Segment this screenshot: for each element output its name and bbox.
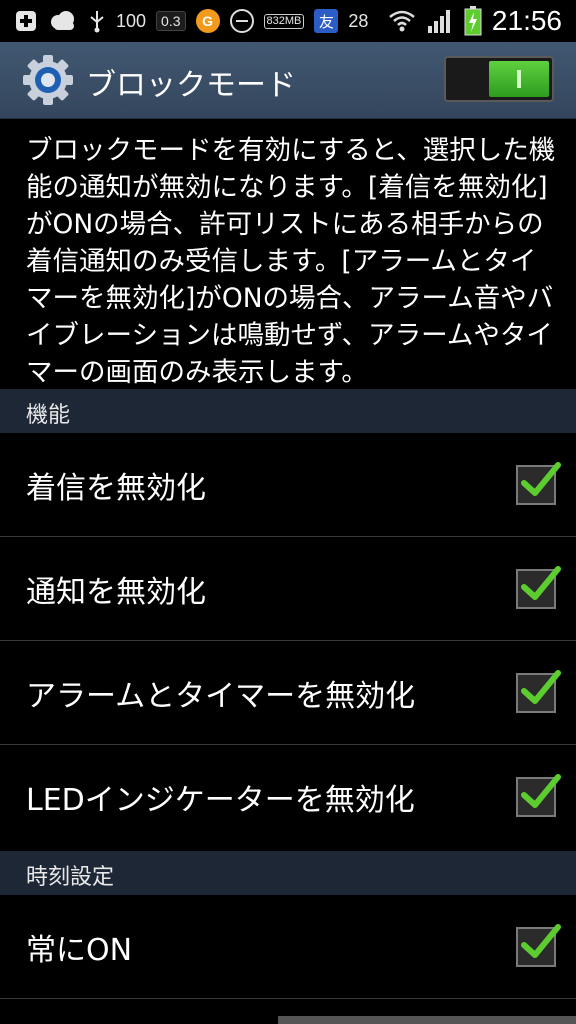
switch-thumb[interactable] [489,61,549,97]
disable-alarm-timer-checkbox[interactable] [516,670,561,713]
setting-label: 着信を無効化 [26,471,206,506]
checkmark-icon [521,774,561,808]
setting-label: 通知を無効化 [26,575,206,610]
app-notification-icon: G [195,9,220,33]
setting-row-disable-incoming-calls[interactable]: 着信を無効化 [0,433,576,537]
signal-icon [426,8,454,34]
storage-value: 832 [266,14,285,27]
checkmark-icon [521,670,561,704]
checkmark-icon [521,924,561,958]
section-title-time-settings: 時刻設定 [26,865,115,890]
clock-text: 21:56 [491,5,562,36]
wifi-icon [388,9,416,33]
section-title-features: 機能 [26,403,71,428]
add-notification-icon [14,9,38,33]
battery-charging-icon [464,6,482,36]
blocking-mode-description: ブロックモードを有効にすると、選択した機能の通知が無効になります。[着信を無効化… [26,135,556,388]
disable-incoming-calls-checkbox[interactable] [516,462,561,505]
data-rate-badge: 0.3 [156,11,186,31]
usb-icon [88,9,106,33]
setting-label: LEDインジケーターを無効化 [26,783,415,818]
page-title: ブロックモード [86,68,296,103]
setting-label: 常にON [26,933,133,968]
weather-cloud-icon [48,10,78,32]
setting-label: アラームとタイマーを無効化 [26,679,416,714]
settings-gear-icon[interactable] [22,54,74,106]
setting-row-disable-led-indicator[interactable]: LEDインジケーターを無効化 [0,745,576,849]
disable-led-indicator-checkbox[interactable] [516,774,561,817]
status-bar: 100 0.3 G 832 MB 友 28 21:56 [0,0,576,42]
section-header-time-settings: 時刻設定 [0,851,576,895]
storage-unit: MB [284,14,302,27]
always-on-checkbox[interactable] [516,924,561,967]
disable-notifications-checkbox[interactable] [516,566,561,609]
action-bar: ブロックモード [0,42,576,119]
section-header-features: 機能 [0,389,576,433]
setting-row-disable-notifications[interactable]: 通知を無効化 [0,537,576,641]
scrollbar[interactable] [278,1016,576,1024]
tomo-app-icon: 友 [314,9,339,33]
setting-row-always-on[interactable]: 常にON [0,895,576,999]
checkmark-icon [521,462,561,496]
blocking-mode-icon [229,9,254,33]
temperature-text: 28 [348,10,369,31]
battery-level-text: 100 [116,10,147,31]
checkmark-icon [521,566,561,600]
blocking-mode-master-switch[interactable] [444,56,554,102]
storage-badge: 832 MB [263,13,305,29]
setting-row-disable-alarm-timer[interactable]: アラームとタイマーを無効化 [0,641,576,745]
